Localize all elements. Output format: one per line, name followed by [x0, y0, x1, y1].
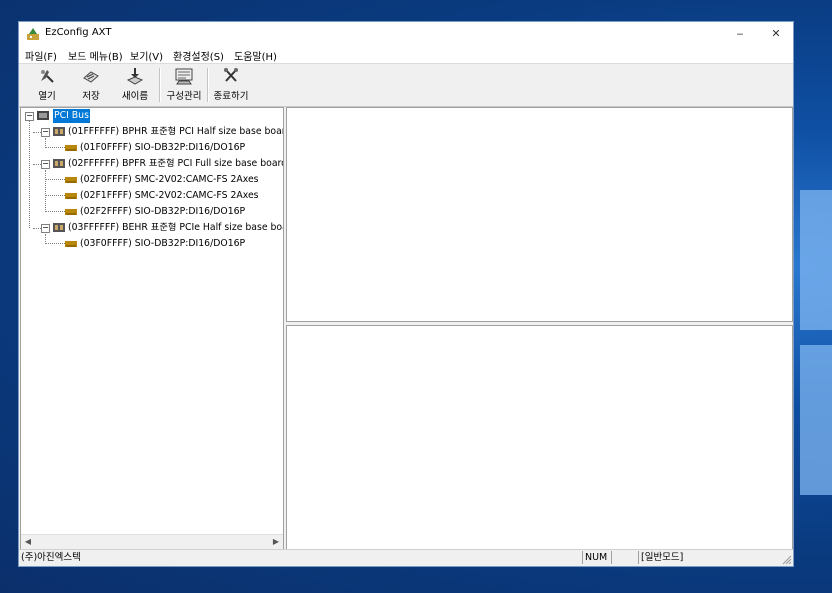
menu-view[interactable]: 보기(V) — [130, 48, 163, 63]
menu-board[interactable]: 보드 메뉴(B) — [68, 48, 123, 63]
tree-connector — [45, 195, 65, 196]
menu-file[interactable]: 파일(F) — [25, 48, 57, 63]
tree-connector — [29, 120, 30, 228]
exit-label: 종료하기 — [213, 91, 249, 102]
board-label: (02FFFFFF) BPFR 표준형 PCI Full size base b… — [68, 158, 284, 169]
rename-button[interactable]: 새이름 — [117, 66, 153, 104]
board-icon — [53, 223, 65, 232]
close-button[interactable]: ✕ — [758, 22, 794, 46]
module-icon — [65, 177, 77, 183]
rename-label: 새이름 — [121, 91, 149, 102]
module-icon — [65, 241, 77, 247]
config-manager-icon — [175, 68, 193, 85]
details-pane[interactable] — [286, 325, 793, 550]
tree-connector — [45, 243, 65, 244]
tree-root-label: PCI Bus — [53, 109, 90, 123]
tree-connector — [33, 132, 41, 133]
rename-icon — [126, 68, 144, 85]
module-icon — [65, 209, 77, 215]
title-bar[interactable]: EzConfig AXT ‒ ☐ ✕ — [19, 22, 793, 46]
config-manager-button[interactable]: 구성관리 — [163, 66, 205, 104]
horizontal-scrollbar[interactable]: ◀ ▶ — [21, 534, 283, 549]
windows-logo-pane — [800, 190, 832, 330]
module-icon — [65, 145, 77, 151]
scroll-right-icon[interactable]: ▶ — [269, 535, 283, 549]
menu-settings[interactable]: 환경설정(S) — [173, 48, 224, 63]
module-label: (02F0FFFF) SMC-2V02:CAMC-FS 2Axes — [80, 174, 259, 185]
exit-icon — [224, 68, 238, 82]
tree-connector — [45, 179, 65, 180]
module-icon — [65, 193, 77, 199]
tree-connector — [45, 170, 46, 210]
module-label: (03F0FFFF) SIO-DB32P:DI16/DO16P — [80, 238, 246, 249]
menu-bar: 파일(F) 보드 메뉴(B) 보기(V) 환경설정(S) 도움말(H) — [19, 46, 793, 64]
tree-connector — [33, 164, 41, 165]
collapse-toggle[interactable]: − — [25, 112, 34, 121]
tree-connector — [45, 138, 46, 146]
scroll-left-icon[interactable]: ◀ — [21, 535, 35, 549]
collapse-toggle[interactable]: − — [41, 128, 50, 137]
toolbar-separator — [159, 68, 161, 102]
config-manager-label: 구성관리 — [166, 91, 202, 102]
open-icon — [41, 70, 54, 83]
exit-button[interactable]: 종료하기 — [211, 66, 251, 104]
status-num: NUM — [582, 551, 611, 564]
module-label: (02F2FFFF) SIO-DB32P:DI16/DO16P — [80, 206, 246, 217]
properties-pane[interactable] — [286, 107, 793, 322]
status-company: (주)아진엑스텍 — [21, 552, 81, 563]
tree-connector — [45, 147, 65, 148]
collapse-toggle[interactable]: − — [41, 160, 50, 169]
module-label: (01F0FFFF) SIO-DB32P:DI16/DO16P — [80, 142, 246, 153]
save-icon — [83, 71, 99, 83]
tree-connector — [33, 228, 41, 229]
windows-logo-pane — [800, 345, 832, 495]
app-window: EzConfig AXT ‒ ☐ ✕ 파일(F) 보드 메뉴(B) 보기(V) … — [18, 21, 794, 567]
bus-icon — [37, 111, 49, 120]
toolbar: 열기 저장 새이름 구성관리 종료하기 — [19, 64, 793, 107]
toolbar-separator — [207, 68, 209, 102]
board-label: (03FFFFFF) BEHR 표준형 PCIe Half size base … — [68, 222, 284, 233]
resize-grip-icon[interactable] — [782, 555, 792, 565]
window-title: EzConfig AXT — [45, 27, 112, 38]
save-button[interactable]: 저장 — [75, 66, 107, 104]
status-mode: [일반모드] — [638, 551, 781, 564]
board-icon — [53, 159, 65, 168]
device-tree[interactable]: − PCI Bus − (01FFFFFF) BPHR 표준형 PCI Half… — [20, 107, 284, 550]
tree-connector — [45, 211, 65, 212]
status-bar: (주)아진엑스텍 NUM [일반모드] — [19, 549, 793, 566]
save-label: 저장 — [82, 91, 100, 102]
module-label: (02F1FFFF) SMC-2V02:CAMC-FS 2Axes — [80, 190, 259, 201]
board-label: (01FFFFFF) BPHR 표준형 PCI Half size base b… — [68, 126, 284, 137]
app-icon — [27, 28, 39, 40]
open-button[interactable]: 열기 — [31, 66, 63, 104]
board-icon — [53, 127, 65, 136]
status-separator — [611, 551, 638, 564]
open-label: 열기 — [38, 91, 56, 102]
minimize-button[interactable]: ‒ — [722, 22, 758, 46]
menu-help[interactable]: 도움말(H) — [234, 48, 277, 63]
collapse-toggle[interactable]: − — [41, 224, 50, 233]
tree-connector — [45, 234, 46, 242]
